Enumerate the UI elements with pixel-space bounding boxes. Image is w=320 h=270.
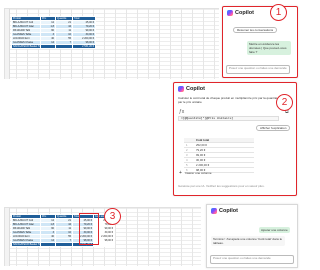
copilot-header: Copilot xyxy=(211,208,238,214)
data-table-bottom[interactable]: Produit Prix Quantité Total Coût total B… xyxy=(11,214,115,247)
row-headers xyxy=(5,9,10,79)
preview-table: Coût total 1 252,00 € 2 79,20 € 3 99,00 € 4… xyxy=(184,138,254,173)
user-message-bubble: Mettre en évidence les données | Que pou… xyxy=(247,41,291,55)
cell[interactable] xyxy=(55,242,73,247)
cell[interactable]: 2 531,20 € xyxy=(72,44,96,49)
show-explanation-button[interactable]: Afficher l'explication xyxy=(256,125,291,131)
chat-input[interactable]: Posez une question ou faites une demande xyxy=(226,65,290,74)
function-icon: ƒx xyxy=(179,109,185,115)
copilot-pane-1: Copilot Résumer les conversations Mettre… xyxy=(222,6,298,78)
copilot-header: Copilot xyxy=(178,86,205,92)
cell[interactable]: NAVIGATEUR Basket Total xyxy=(11,44,41,49)
cell[interactable] xyxy=(55,44,73,49)
copilot-title: Copilot xyxy=(186,86,205,92)
copilot-logo-icon xyxy=(178,86,184,92)
cell[interactable] xyxy=(40,242,56,247)
assistant-response: Terminé ! J'ai ajouté une colonne 'Coût … xyxy=(211,236,285,246)
spreadsheet-bottom[interactable]: Produit Prix Quantité Total Coût total B… xyxy=(4,207,201,266)
table-row[interactable]: LK100100 Ecri 40 55 2 200,00 € xyxy=(11,36,96,41)
spreadsheet-top[interactable]: Produit Prix Quantité Total BKLAJSUUIT C… xyxy=(4,8,219,79)
step-badge-1: 1 xyxy=(270,4,287,21)
row-headers xyxy=(5,208,10,266)
insert-column-button[interactable]: Insérer une colonne xyxy=(185,171,212,175)
request-text: Calculer le coût total de chaque produit… xyxy=(178,96,278,104)
ai-disclaimer: Générée par une IA. Vérifiez les suggest… xyxy=(178,184,265,188)
copilot-logo-icon xyxy=(227,10,233,16)
step-badge-2: 2 xyxy=(276,94,293,111)
add-column-plus-icon[interactable]: + xyxy=(179,170,182,176)
step-badge-3: 3 xyxy=(104,208,121,225)
copilot-title: Copilot xyxy=(235,10,254,16)
chat-input[interactable]: Posez une question ou faites une demande xyxy=(210,255,294,264)
user-message-bubble: Ajouter une colonne xyxy=(259,227,290,233)
table-total-row[interactable]: NAVIGATEUR Basket Total 2 531,20 € xyxy=(11,242,115,247)
cell[interactable] xyxy=(40,44,56,49)
formula-text[interactable]: =[@Quantité]*[@Prix Unitaire] xyxy=(178,116,279,121)
table-total-row[interactable]: NAVIGATEUR Basket Total 2 531,20 € xyxy=(11,44,96,49)
new-column-highlight xyxy=(79,213,99,245)
data-table-top[interactable]: Produit Prix Quantité Total BKLAJSUUIT C… xyxy=(11,16,96,49)
copilot-logo-icon xyxy=(211,208,217,214)
cell[interactable]: NAVIGATEUR Basket Total xyxy=(11,242,41,247)
copilot-title: Copilot xyxy=(219,208,238,214)
suggestion-chip[interactable]: Résumer les conversations xyxy=(233,27,278,33)
copilot-header: Copilot xyxy=(227,10,254,16)
copilot-pane-3: Copilot Ajouter une colonne Terminé ! J'… xyxy=(206,204,298,268)
